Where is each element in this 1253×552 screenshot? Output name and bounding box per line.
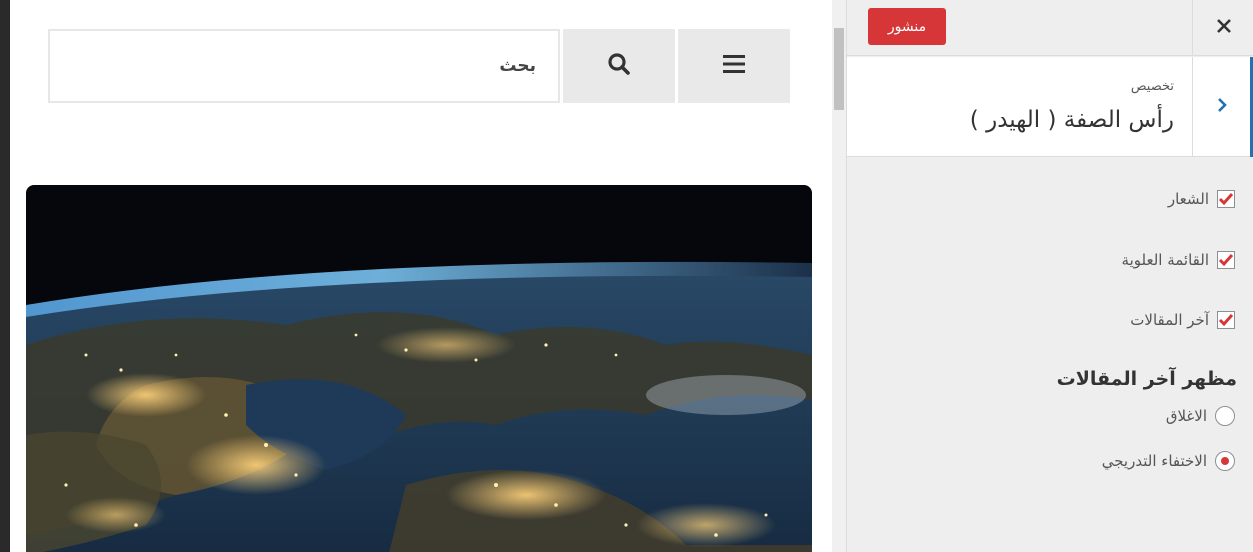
- preview-scrollbar[interactable]: [832, 0, 846, 552]
- checkbox-top-menu[interactable]: [1217, 251, 1235, 269]
- radio-fade[interactable]: [1215, 451, 1235, 471]
- panel-header: منشور: [847, 0, 1253, 56]
- menu-button[interactable]: [678, 29, 790, 103]
- search-input[interactable]: [50, 31, 558, 101]
- search-icon: [607, 52, 631, 80]
- radio-close[interactable]: [1215, 406, 1235, 426]
- checkbox-latest-posts[interactable]: [1217, 311, 1235, 329]
- back-button[interactable]: [1192, 57, 1253, 157]
- checkbox-logo[interactable]: [1217, 190, 1235, 208]
- option-label: الشعار: [1167, 190, 1209, 208]
- radio-label: الاختفاء التدريجي: [1101, 452, 1207, 470]
- radio-label: الاغلاق: [1165, 407, 1207, 425]
- radio-option-fade[interactable]: الاختفاء التدريجي: [1102, 451, 1235, 471]
- chevron-right-icon: [1215, 96, 1229, 118]
- hero-image: [26, 185, 812, 552]
- search-field[interactable]: [48, 29, 560, 103]
- group-title: مظهر آخر المقالات: [1056, 368, 1237, 390]
- section-header: تخصيص رأس الصفة ( الهيدر ): [847, 57, 1253, 157]
- search-button[interactable]: [563, 29, 675, 103]
- option-top-menu[interactable]: القائمة العلوية: [1122, 251, 1235, 269]
- option-label: آخر المقالات: [1130, 311, 1209, 329]
- window-edge: [0, 0, 10, 552]
- page: منشور تخصيص رأس الصفة ( الهيدر ) الشعار …: [0, 0, 1253, 552]
- site-preview: [10, 0, 832, 552]
- close-icon: [1216, 18, 1232, 38]
- option-label: القائمة العلوية: [1121, 251, 1209, 269]
- section-title: رأس الصفة ( الهيدر ): [969, 107, 1174, 133]
- option-logo[interactable]: الشعار: [1168, 190, 1235, 208]
- publish-button[interactable]: منشور: [868, 8, 946, 45]
- close-button[interactable]: [1192, 0, 1253, 56]
- radio-option-close[interactable]: الاغلاق: [1166, 406, 1235, 426]
- section-subtitle: تخصيص: [1130, 79, 1174, 94]
- option-latest-posts[interactable]: آخر المقالات: [1130, 311, 1235, 329]
- customizer-panel: منشور تخصيص رأس الصفة ( الهيدر ) الشعار …: [846, 0, 1253, 552]
- hamburger-menu-icon: [722, 53, 746, 79]
- scrollbar-thumb[interactable]: [834, 28, 844, 110]
